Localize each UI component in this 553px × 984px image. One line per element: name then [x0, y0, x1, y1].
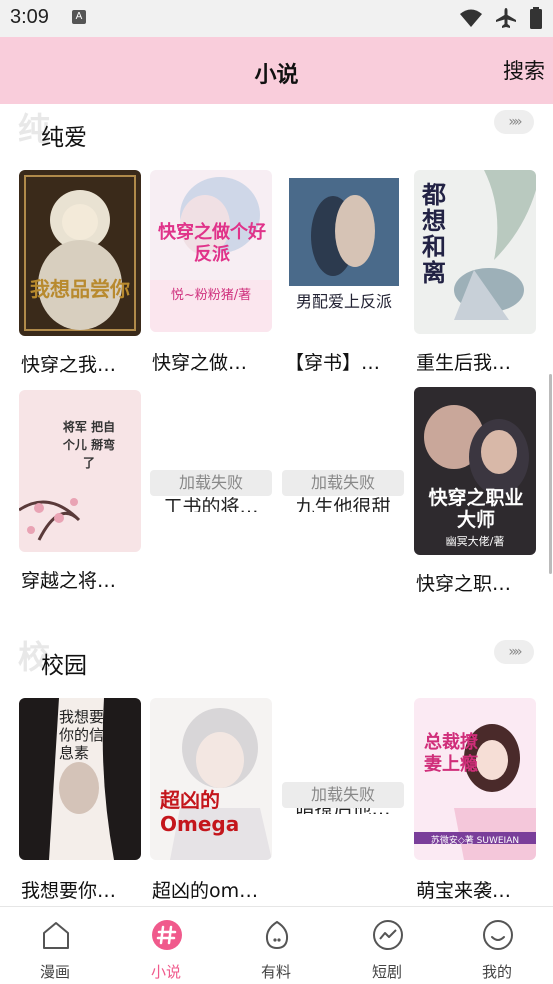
book-cover: 都想和离 [414, 170, 536, 334]
cover-title: 快穿之职业大师 [428, 487, 524, 531]
cover-title: 我想要你的信息素 [59, 708, 105, 762]
tab-short-drama[interactable]: 短剧 [332, 907, 442, 984]
book-title: 快穿之职… [416, 573, 512, 595]
battery-icon [530, 7, 542, 29]
app-header: 小说 搜索 [0, 37, 553, 104]
cover-title: 快穿之做个好反派 [158, 222, 266, 265]
tab-label: 有料 [260, 963, 291, 981]
home-icon [43, 922, 69, 949]
book-cover: 快穿之职业大师 幽冥大佬/著 [414, 387, 536, 555]
notification-a-icon: A [72, 10, 86, 24]
status-time: 3:09 [10, 6, 49, 28]
more-button[interactable]: »» [494, 640, 534, 664]
tab-profile[interactable]: 我的 [442, 907, 552, 984]
book-title: 穿越之将… [21, 570, 117, 592]
section-title: 校园 [41, 653, 87, 679]
tab-novels[interactable]: 小说 [111, 907, 221, 984]
tab-trending[interactable]: 有料 [221, 907, 331, 984]
cover-author: 悦~粉粉猪/著 [170, 288, 252, 303]
book-cover: 快穿之做个好反派 悦~粉粉猪/著 [150, 170, 272, 332]
cover-title: 都想和离 [422, 180, 446, 287]
bottom-tab-bar: 漫画 小说 有料 短剧 我的 [0, 906, 553, 983]
load-failed-label: 加载失败 [282, 470, 404, 496]
book-cover: 我想品尝你 [19, 170, 141, 336]
section-title: 纯爱 [41, 125, 87, 151]
cover-title: 总裁撩妻上瘾 [424, 732, 478, 775]
tab-label: 我的 [481, 963, 512, 981]
book-cover: 男配爱上反派 [283, 176, 405, 334]
cover-title: 男配爱上反派 [295, 292, 392, 311]
book-cover: 我想要你的信息素 [19, 698, 141, 860]
book-title: 快穿之我… [21, 354, 117, 376]
book-title: 重生后我… [416, 352, 512, 374]
page-title: 小说 [254, 63, 299, 88]
cover-title: 将军 把自个儿 掰弯了 [62, 420, 116, 470]
egg-icon [265, 920, 289, 950]
cover-author: 苏微安◇著 SUWEIAN [430, 836, 520, 846]
airplane-icon [496, 8, 516, 28]
trend-icon [373, 920, 403, 950]
book-title: 我想要你… [21, 880, 117, 902]
cover-title: 我想品尝你 [30, 277, 130, 301]
hash-icon [152, 920, 182, 950]
tab-label: 小说 [150, 963, 181, 981]
tab-label: 漫画 [39, 963, 70, 981]
more-button[interactable]: »» [494, 110, 534, 134]
cover-title: 超凶的Omega [160, 788, 240, 836]
tab-label: 短剧 [371, 963, 402, 981]
smile-icon [483, 920, 513, 950]
search-button[interactable]: 搜索 [503, 55, 545, 85]
book-title: 快穿之做… [152, 352, 248, 374]
load-failed-label: 加载失败 [150, 470, 272, 496]
book-cover: 超凶的Omega [150, 698, 272, 860]
book-title: 超凶的om… [152, 880, 259, 902]
scrollbar[interactable] [549, 374, 552, 574]
book-cover: 将军 把自个儿 掰弯了 [19, 390, 141, 552]
status-icons [459, 6, 543, 30]
book-title: 萌宝来袭… [416, 880, 512, 902]
book-cover: 总裁撩妻上瘾 苏微安◇著 SUWEIAN [414, 698, 536, 860]
wifi-icon [460, 9, 482, 27]
cover-author: 幽冥大佬/著 [445, 535, 505, 548]
load-failed-label: 加载失败 [282, 782, 404, 808]
tab-comics[interactable]: 漫画 [0, 907, 110, 984]
book-title: 【穿书】… [285, 352, 381, 374]
status-bar: 3:09 A [0, 0, 553, 37]
content-scroll[interactable]: 纯 纯爱 »» 我想品尝你 快穿之我… 快穿之做个好反派 悦~粉粉猪/著 快穿之… [0, 104, 553, 906]
